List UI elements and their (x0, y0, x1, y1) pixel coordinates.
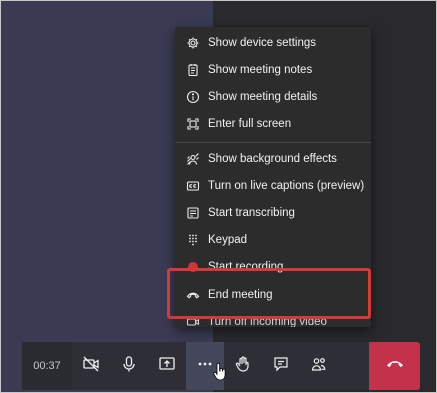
menu-item-full-screen[interactable]: Enter full screen (175, 110, 371, 137)
background-effects-icon (186, 152, 200, 166)
menu-item-label: Start transcribing (208, 206, 295, 219)
hand-icon (234, 355, 252, 378)
video-off-icon (82, 355, 100, 378)
microphone-button[interactable] (110, 342, 148, 390)
menu-item-start-transcribing[interactable]: Start transcribing (175, 199, 371, 226)
participants-button[interactable] (300, 342, 338, 390)
menu-item-device-settings[interactable]: Show device settings (175, 29, 371, 56)
info-icon (186, 90, 200, 104)
menu-divider (175, 142, 371, 143)
end-meeting-highlight-box (167, 268, 371, 319)
fullscreen-icon (186, 117, 200, 131)
people-icon (310, 355, 328, 378)
menu-item-label: Keypad (208, 233, 248, 246)
gear-icon (186, 36, 200, 50)
keypad-icon (186, 233, 200, 247)
menu-item-label: Show background effects (208, 152, 337, 165)
captions-icon (186, 179, 200, 193)
share-screen-button[interactable] (148, 342, 186, 390)
microphone-icon (120, 355, 138, 378)
transcript-icon (186, 206, 200, 220)
menu-item-meeting-notes[interactable]: Show meeting notes (175, 56, 371, 83)
menu-item-keypad[interactable]: Keypad (175, 226, 371, 253)
notes-icon (186, 63, 200, 77)
menu-item-label: Show device settings (208, 36, 317, 49)
call-timer: 00:37 (22, 342, 72, 390)
hand-pointer-cursor-icon (213, 362, 226, 381)
chat-icon (272, 355, 290, 378)
hang-up-button[interactable] (369, 342, 420, 390)
hang-up-icon (385, 354, 405, 379)
menu-item-live-captions[interactable]: Turn on live captions (preview) (175, 172, 371, 199)
menu-item-label: Show meeting notes (208, 63, 313, 76)
menu-item-background-effects[interactable]: Show background effects (175, 145, 371, 172)
menu-item-label: Show meeting details (208, 90, 318, 103)
chat-button[interactable] (262, 342, 300, 390)
raise-hand-button[interactable] (224, 342, 262, 390)
menu-item-meeting-details[interactable]: Show meeting details (175, 83, 371, 110)
share-icon (158, 355, 176, 378)
camera-toggle-button[interactable] (72, 342, 110, 390)
menu-item-label: Enter full screen (208, 117, 292, 130)
menu-item-label: Turn on live captions (preview) (208, 179, 365, 192)
meeting-window: Show device settings Show meeting notes … (0, 0, 437, 393)
